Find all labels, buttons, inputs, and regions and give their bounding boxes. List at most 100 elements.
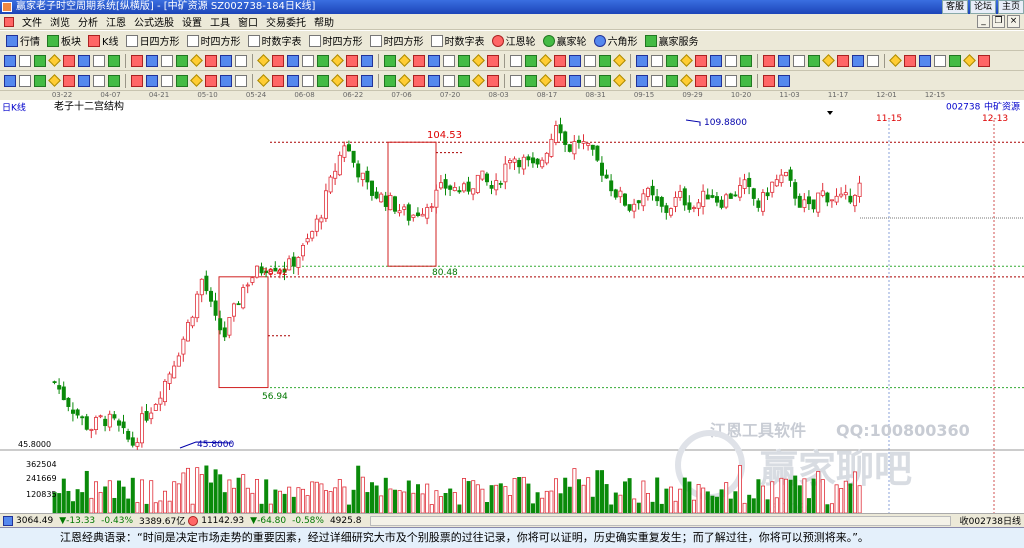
drawing-tool-icon[interactable]: [763, 54, 775, 67]
line-tool-icon[interactable]: [584, 74, 596, 87]
hour-number-button[interactable]: 时数字表: [246, 33, 304, 49]
line-tool-icon[interactable]: [428, 74, 440, 87]
menu-analysis[interactable]: 分析: [78, 14, 98, 29]
drawing-tool-icon[interactable]: [108, 54, 120, 67]
line-tool-icon[interactable]: [331, 74, 344, 87]
line-tool-icon[interactable]: [272, 74, 284, 87]
horizontal-scrollbar[interactable]: [370, 515, 951, 526]
drawing-tool-icon[interactable]: [963, 54, 976, 67]
drawing-tool-icon[interactable]: [822, 54, 835, 67]
menu-file[interactable]: 文件: [22, 14, 42, 29]
line-tool-icon[interactable]: [510, 74, 522, 87]
drawing-tool-icon[interactable]: [146, 54, 158, 67]
drawing-tool-icon[interactable]: [808, 54, 820, 67]
drawing-tool-icon[interactable]: [287, 54, 299, 67]
drawing-tool-icon[interactable]: [852, 54, 864, 67]
drawing-tool-icon[interactable]: [680, 54, 693, 67]
line-tool-icon[interactable]: [19, 74, 31, 87]
line-tool-icon[interactable]: [78, 74, 90, 87]
drawing-tool-icon[interactable]: [48, 54, 61, 67]
line-tool-icon[interactable]: [740, 74, 752, 87]
line-tool-icon[interactable]: [443, 74, 455, 87]
gann-wheel-button[interactable]: 江恩轮: [490, 33, 538, 49]
drawing-tool-icon[interactable]: [613, 54, 626, 67]
menu-gann[interactable]: 江恩: [106, 14, 126, 29]
drawing-tool-icon[interactable]: [346, 54, 358, 67]
line-tool-icon[interactable]: [384, 74, 396, 87]
hexagon-button[interactable]: 六角形: [592, 33, 640, 49]
drawing-tool-icon[interactable]: [867, 54, 879, 67]
line-tool-icon[interactable]: [525, 74, 537, 87]
line-tool-icon[interactable]: [666, 74, 678, 87]
drawing-tool-icon[interactable]: [904, 54, 916, 67]
hour-square2-button[interactable]: 时四方形: [307, 33, 365, 49]
drawing-tool-icon[interactable]: [569, 54, 581, 67]
drawing-tool-icon[interactable]: [919, 54, 931, 67]
line-tool-icon[interactable]: [93, 74, 105, 87]
menu-formula[interactable]: 公式选股: [134, 14, 174, 29]
link-forum[interactable]: 论坛: [969, 0, 996, 14]
drawing-tool-icon[interactable]: [384, 54, 396, 67]
line-tool-icon[interactable]: [710, 74, 722, 87]
line-tool-icon[interactable]: [346, 74, 358, 87]
line-tool-icon[interactable]: [131, 74, 143, 87]
menu-window[interactable]: 窗口: [238, 14, 258, 29]
drawing-tool-icon[interactable]: [161, 54, 173, 67]
drawing-tool-icon[interactable]: [934, 54, 946, 67]
drawing-tool-icon[interactable]: [413, 54, 425, 67]
drawing-tool-icon[interactable]: [636, 54, 648, 67]
line-tool-icon[interactable]: [220, 74, 232, 87]
drawing-tool-icon[interactable]: [19, 54, 31, 67]
line-tool-icon[interactable]: [569, 74, 581, 87]
drawing-tool-icon[interactable]: [235, 54, 247, 67]
line-tool-icon[interactable]: [636, 74, 648, 87]
drawing-tool-icon[interactable]: [34, 54, 46, 67]
drawing-tool-icon[interactable]: [331, 54, 344, 67]
drawing-tool-icon[interactable]: [487, 54, 499, 67]
drawing-tool-icon[interactable]: [793, 54, 805, 67]
drawing-tool-icon[interactable]: [190, 54, 203, 67]
line-tool-icon[interactable]: [48, 74, 61, 87]
menu-trade[interactable]: 交易委托: [266, 14, 306, 29]
quote-button[interactable]: 行情: [4, 33, 42, 49]
hour-square-button[interactable]: 时四方形: [185, 33, 243, 49]
drawing-tool-icon[interactable]: [949, 54, 961, 67]
drawing-tool-icon[interactable]: [398, 54, 411, 67]
drawing-tool-icon[interactable]: [428, 54, 440, 67]
kline-chart[interactable]: 江恩工具软件 QQ:100800360 赢家聊吧 liaoba 日K线 老子十二…: [0, 100, 1024, 513]
winner-wheel-button[interactable]: 赢家轮: [541, 33, 589, 49]
drawing-tool-icon[interactable]: [458, 54, 470, 67]
drawing-tool-icon[interactable]: [272, 54, 284, 67]
drawing-tool-icon[interactable]: [778, 54, 790, 67]
line-tool-icon[interactable]: [725, 74, 737, 87]
drawing-tool-icon[interactable]: [740, 54, 752, 67]
dropdown-arrow-icon[interactable]: [827, 111, 833, 115]
sector-button[interactable]: 板块: [45, 33, 83, 49]
drawing-tool-icon[interactable]: [176, 54, 188, 67]
drawing-tool-icon[interactable]: [725, 54, 737, 67]
line-tool-icon[interactable]: [487, 74, 499, 87]
drawing-tool-icon[interactable]: [220, 54, 232, 67]
line-tool-icon[interactable]: [146, 74, 158, 87]
line-tool-icon[interactable]: [235, 74, 247, 87]
drawing-tool-icon[interactable]: [93, 54, 105, 67]
drawing-tool-icon[interactable]: [710, 54, 722, 67]
line-tool-icon[interactable]: [472, 74, 485, 87]
restore-icon[interactable]: ❐: [992, 15, 1005, 28]
drawing-tool-icon[interactable]: [978, 54, 990, 67]
line-tool-icon[interactable]: [205, 74, 217, 87]
menu-browse[interactable]: 浏览: [50, 14, 70, 29]
line-tool-icon[interactable]: [763, 74, 775, 87]
drawing-tool-icon[interactable]: [695, 54, 707, 67]
minimize-icon[interactable]: _: [977, 15, 990, 28]
drawing-tool-icon[interactable]: [599, 54, 611, 67]
line-tool-icon[interactable]: [287, 74, 299, 87]
line-tool-icon[interactable]: [695, 74, 707, 87]
drawing-tool-icon[interactable]: [472, 54, 485, 67]
line-tool-icon[interactable]: [651, 74, 663, 87]
drawing-tool-icon[interactable]: [63, 54, 75, 67]
line-tool-icon[interactable]: [63, 74, 75, 87]
drawing-tool-icon[interactable]: [205, 54, 217, 67]
drawing-tool-icon[interactable]: [78, 54, 90, 67]
hour-square3-button[interactable]: 时四方形: [368, 33, 426, 49]
